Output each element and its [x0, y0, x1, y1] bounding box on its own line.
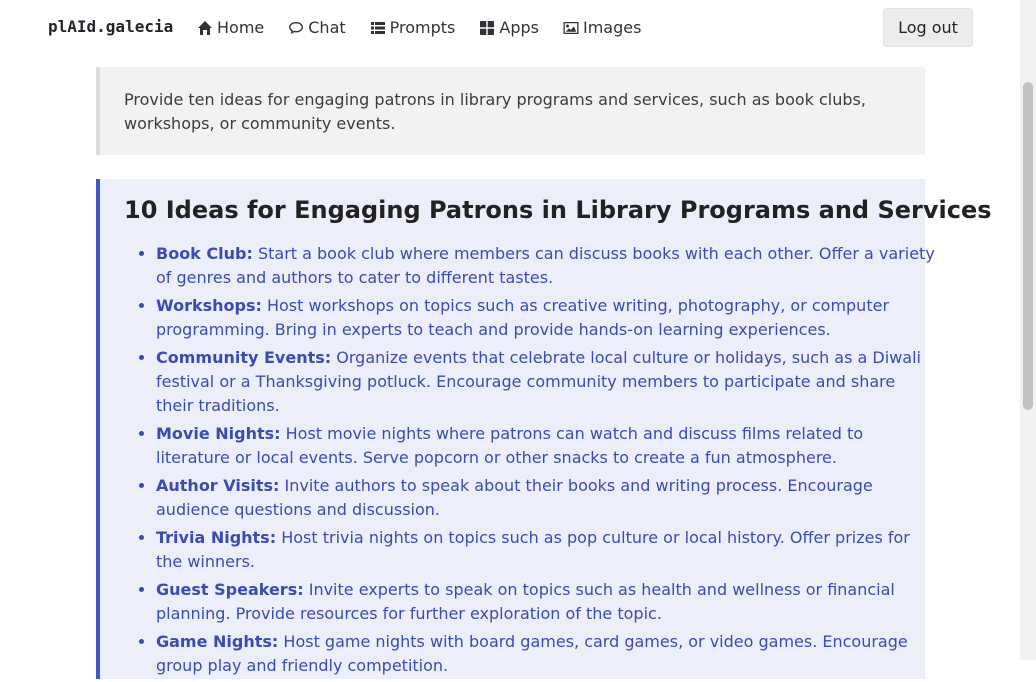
list-item: Game Nights: Host game nights with board… [156, 630, 936, 678]
top-navbar: plAId.galecia Home Chat Prompts Apps Ima… [0, 0, 1020, 56]
nav-link-label: Chat [308, 18, 346, 37]
list-item: Guest Speakers: Invite experts to speak … [156, 578, 936, 626]
idea-term: Movie Nights: [156, 424, 281, 443]
idea-term: Workshops: [156, 296, 262, 315]
nav-link-label: Apps [499, 18, 539, 37]
idea-description: Start a book club where members can disc… [156, 244, 935, 287]
nav-link-images[interactable]: Images [563, 18, 641, 37]
idea-term: Community Events: [156, 348, 332, 367]
answer-title: 10 Ideas for Engaging Patrons in Library… [124, 196, 992, 224]
image-icon [563, 21, 579, 34]
brand-logo[interactable]: plAId.galecia [48, 17, 173, 36]
nav-link-chat[interactable]: Chat [288, 18, 346, 37]
home-icon [198, 20, 212, 35]
chat-icon [289, 21, 304, 34]
idea-term: Trivia Nights: [156, 528, 277, 547]
list-item: Movie Nights: Host movie nights where pa… [156, 422, 936, 470]
logout-button[interactable]: Log out [883, 8, 973, 47]
nav-link-label: Prompts [389, 18, 456, 37]
list-item: Book Club: Start a book club where membe… [156, 242, 936, 290]
idea-term: Author Visits: [156, 476, 280, 495]
prompt-text: Provide ten ideas for engaging patrons i… [96, 67, 925, 155]
idea-term: Game Nights: [156, 632, 279, 651]
list-item: Author Visits: Invite authors to speak a… [156, 474, 936, 522]
nav-link-label: Images [582, 18, 642, 37]
scrollbar-thumb[interactable] [1023, 82, 1033, 410]
nav-link-prompts[interactable]: Prompts [370, 18, 456, 37]
list-item: Workshops: Host workshops on topics such… [156, 294, 936, 342]
idea-list: Book Club: Start a book club where membe… [124, 242, 936, 682]
grid-icon [480, 20, 495, 35]
idea-term: Book Club: [156, 244, 253, 263]
nav-links: Home Chat Prompts Apps Images [197, 18, 641, 37]
nav-link-apps[interactable]: Apps [479, 18, 539, 37]
nav-link-label: Home [217, 18, 265, 37]
idea-description: Host workshops on topics such as creativ… [156, 296, 890, 339]
list-icon [370, 21, 385, 34]
nav-link-home[interactable]: Home [197, 18, 264, 37]
idea-term: Guest Speakers: [156, 580, 304, 599]
list-item: Trivia Nights: Host trivia nights on top… [156, 526, 936, 574]
list-item: Community Events: Organize events that c… [156, 346, 936, 418]
